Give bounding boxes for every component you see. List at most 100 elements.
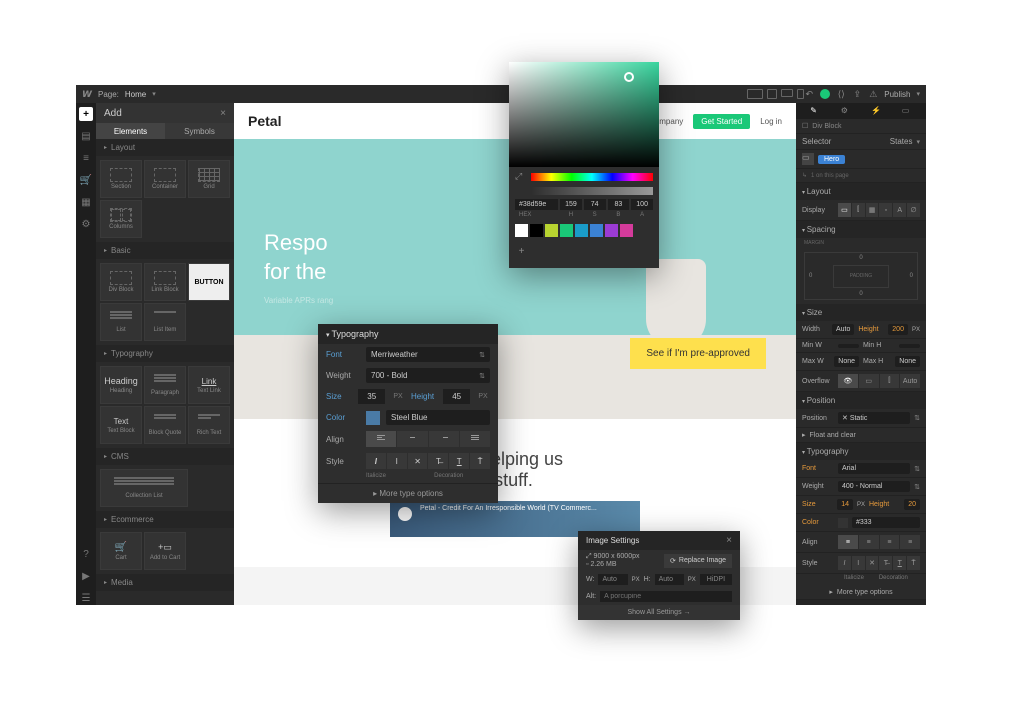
hex-input[interactable]: #38d59e (515, 199, 558, 210)
align-left-btn[interactable] (366, 431, 396, 447)
section-typography[interactable]: Typography (96, 345, 234, 362)
section-cms[interactable]: CMS (96, 448, 234, 465)
section-backgrounds[interactable]: Backgrounds (796, 600, 926, 605)
element-div-block[interactable]: Div Block (100, 263, 142, 301)
desktop-icon[interactable] (747, 89, 763, 99)
export-icon[interactable]: ⇪ (852, 89, 862, 99)
element-collection-list[interactable]: Collection List (100, 469, 188, 507)
section-typography[interactable]: Typography (796, 443, 926, 460)
close-icon[interactable]: × (726, 535, 732, 546)
tablet-landscape-icon[interactable] (781, 89, 793, 97)
element-icon[interactable]: ▭ (902, 106, 912, 116)
assets-icon[interactable]: ▦ (79, 195, 93, 209)
overflow-visible[interactable]: 👁 (838, 374, 858, 388)
mobile-icon[interactable] (797, 89, 804, 99)
play-icon[interactable] (398, 507, 412, 521)
overflow-auto[interactable]: Auto (900, 374, 920, 388)
align-center-btn[interactable] (397, 431, 427, 447)
chevron-down-icon[interactable]: ▾ (152, 90, 156, 98)
brush-icon[interactable]: ✎ (810, 106, 820, 116)
align-left[interactable]: ≡ (838, 535, 858, 549)
color-input[interactable]: #333 (852, 517, 920, 528)
section-ecommerce[interactable]: Ecommerce (96, 511, 234, 528)
add-swatch-icon[interactable]: + (515, 245, 528, 258)
lineheight-input[interactable]: 20 (904, 499, 920, 510)
maxw-input[interactable]: None (834, 356, 859, 367)
class-chip[interactable]: Hero (818, 155, 845, 164)
overflow-scroll[interactable]: ⫿ (880, 374, 900, 388)
display-none[interactable]: ∅ (907, 203, 920, 217)
deco-over-btn[interactable]: T̄ (470, 453, 490, 469)
tablet-icon[interactable] (767, 89, 777, 99)
font-select[interactable]: Arial (838, 463, 910, 474)
cms-icon[interactable]: ≡ (79, 151, 93, 165)
element-cart[interactable]: 🛒Cart (100, 532, 142, 570)
section-media[interactable]: Media (96, 574, 234, 591)
minw-input[interactable] (838, 344, 859, 348)
element-container[interactable]: Container (144, 160, 186, 198)
element-block-quote[interactable]: Block Quote (144, 406, 186, 444)
support-icon[interactable]: ☰ (79, 591, 93, 605)
align-center[interactable]: ≡ (859, 535, 879, 549)
italic-off[interactable]: I (852, 556, 865, 570)
undo-icon[interactable]: ↶ (804, 89, 814, 99)
display-inline-block[interactable]: ▫ (879, 203, 892, 217)
element-heading[interactable]: HeadingHeading (100, 366, 142, 404)
align-right-btn[interactable] (429, 431, 459, 447)
spacing-control[interactable]: 0 0 0 0 PADDING (804, 252, 918, 300)
position-select[interactable]: ✕ Static (838, 412, 910, 424)
minh-input[interactable] (899, 344, 920, 348)
logo-icon[interactable]: 𝙒 (82, 89, 92, 99)
typography-header[interactable]: Typography (318, 324, 498, 344)
deco-under-btn[interactable]: T (449, 453, 469, 469)
element-add-to-cart[interactable]: +▭Add to Cart (144, 532, 186, 570)
tab-symbols[interactable]: Symbols (165, 123, 234, 139)
swatch[interactable] (545, 224, 558, 237)
nav-get-started[interactable]: Get Started (693, 114, 750, 129)
element-text-link[interactable]: LinkText Link (188, 366, 230, 404)
chevron-down-icon[interactable]: ▾ (916, 90, 920, 98)
weight-select[interactable]: 700 - Bold⇅ (366, 368, 490, 383)
eyedropper-icon[interactable]: ⤢ (515, 171, 527, 183)
show-all-settings[interactable]: Show All Settings → (578, 605, 740, 620)
overflow-hidden[interactable]: ▭ (859, 374, 879, 388)
section-size[interactable]: Size (796, 304, 926, 321)
element-list[interactable]: List (100, 303, 142, 341)
replace-image-button[interactable]: ⟳Replace Image (664, 554, 732, 568)
element-link-block[interactable]: Link Block (144, 263, 186, 301)
publish-button[interactable]: Publish (884, 90, 910, 99)
settings-icon[interactable]: ⚙ (79, 217, 93, 231)
swatch[interactable] (575, 224, 588, 237)
size-input[interactable]: 14 (837, 499, 853, 510)
code-icon[interactable]: ⟨⟩ (836, 89, 846, 99)
states-dropdown[interactable]: States (890, 137, 913, 146)
section-basic[interactable]: Basic (96, 242, 234, 259)
h-input[interactable]: 159 (560, 199, 582, 210)
align-justify[interactable]: ≡ (900, 535, 920, 549)
audit-icon[interactable]: ⚠ (868, 89, 878, 99)
deco-none[interactable]: ✕ (866, 556, 879, 570)
swatch[interactable] (590, 224, 603, 237)
width-input[interactable]: Auto (598, 574, 627, 585)
alt-input[interactable] (600, 591, 732, 602)
swatch[interactable] (530, 224, 543, 237)
swatch[interactable] (515, 224, 528, 237)
italic-off-btn[interactable]: I (387, 453, 407, 469)
italic-btn[interactable]: I (838, 556, 851, 570)
element-button[interactable]: BUTTON (188, 263, 230, 301)
display-grid[interactable]: ▦ (866, 203, 879, 217)
maxh-input[interactable]: None (895, 356, 920, 367)
width-input[interactable]: Auto (832, 324, 854, 335)
color-chip[interactable] (366, 411, 380, 425)
section-layout[interactable]: Layout (796, 183, 926, 200)
swatch[interactable] (620, 224, 633, 237)
deco-strike-btn[interactable]: T̶ (428, 453, 448, 469)
help-icon[interactable]: ? (79, 547, 93, 561)
section-position[interactable]: Position (796, 392, 926, 409)
element-columns[interactable]: Columns (100, 200, 142, 238)
gear-icon[interactable]: ⚙ (841, 106, 851, 116)
add-icon[interactable]: + (79, 107, 93, 121)
weight-select[interactable]: 400 - Normal (838, 481, 910, 492)
align-justify-btn[interactable] (460, 431, 490, 447)
height-input[interactable]: 200 (888, 324, 908, 335)
